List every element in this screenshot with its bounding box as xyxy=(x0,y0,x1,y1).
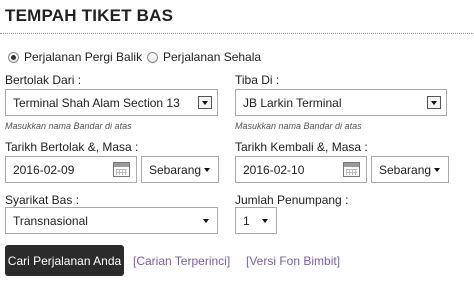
return-time-value: Sebarang xyxy=(379,162,432,177)
one-way-option[interactable]: Perjalanan Sehala xyxy=(147,50,261,64)
depart-time-value: Sebarang xyxy=(149,162,202,177)
passengers-value: 1 xyxy=(243,213,250,228)
mobile-version-link[interactable]: [Versi Fon Bimbit] xyxy=(246,254,340,268)
origin-label: Bertolak Dari : xyxy=(5,73,82,87)
depart-date-input[interactable]: 2016-02-09 xyxy=(5,156,137,183)
destination-select[interactable]: JB Larkin Terminal xyxy=(235,89,447,116)
destination-value: JB Larkin Terminal xyxy=(243,95,342,110)
one-way-radio[interactable] xyxy=(147,51,158,63)
calendar-icon[interactable] xyxy=(343,162,360,177)
return-date-value: 2016-02-10 xyxy=(243,162,305,177)
passengers-select[interactable]: 1 xyxy=(235,207,277,234)
chevron-down-icon xyxy=(204,168,210,172)
return-date-input[interactable]: 2016-02-10 xyxy=(235,156,367,183)
passengers-label: Jumlah Penumpang : xyxy=(235,193,349,207)
advanced-search-link[interactable]: [Carian Terperinci] xyxy=(133,254,230,268)
destination-hint: Masukkan nama Bandar di atas xyxy=(235,121,362,131)
calendar-icon[interactable] xyxy=(113,162,130,177)
operator-label: Syarikat Bas : xyxy=(5,193,80,207)
operator-value: Transnasional xyxy=(13,213,88,228)
origin-select[interactable]: Terminal Shah Alam Section 13 xyxy=(5,89,218,116)
page-title: TEMPAH TIKET BAS xyxy=(5,6,174,25)
search-button[interactable]: Cari Perjalanan Anda xyxy=(5,245,124,276)
origin-value: Terminal Shah Alam Section 13 xyxy=(13,95,180,110)
chevron-down-icon xyxy=(434,168,440,172)
operator-select[interactable]: Transnasional xyxy=(5,207,218,234)
destination-label: Tiba Di : xyxy=(235,73,280,87)
chevron-down-icon xyxy=(262,219,268,223)
depart-time-select[interactable]: Sebarang xyxy=(141,156,219,183)
title-divider xyxy=(0,33,474,34)
depart-date-value: 2016-02-09 xyxy=(13,162,75,177)
dropdown-arrow-icon[interactable] xyxy=(198,96,212,109)
return-label: Tarikh Kembali &, Masa : xyxy=(235,140,368,154)
return-time-select[interactable]: Sebarang xyxy=(371,156,449,183)
dropdown-arrow-icon[interactable] xyxy=(427,96,441,109)
round-trip-option[interactable]: Perjalanan Pergi Balik xyxy=(8,50,142,64)
origin-hint: Masukkan nama Bandar di atas xyxy=(5,121,132,131)
depart-label: Tarikh Bertolak &, Masa : xyxy=(5,140,139,154)
round-trip-radio[interactable] xyxy=(8,51,19,63)
chevron-down-icon xyxy=(203,219,209,223)
one-way-label: Perjalanan Sehala xyxy=(163,50,262,64)
round-trip-label: Perjalanan Pergi Balik xyxy=(24,50,143,64)
